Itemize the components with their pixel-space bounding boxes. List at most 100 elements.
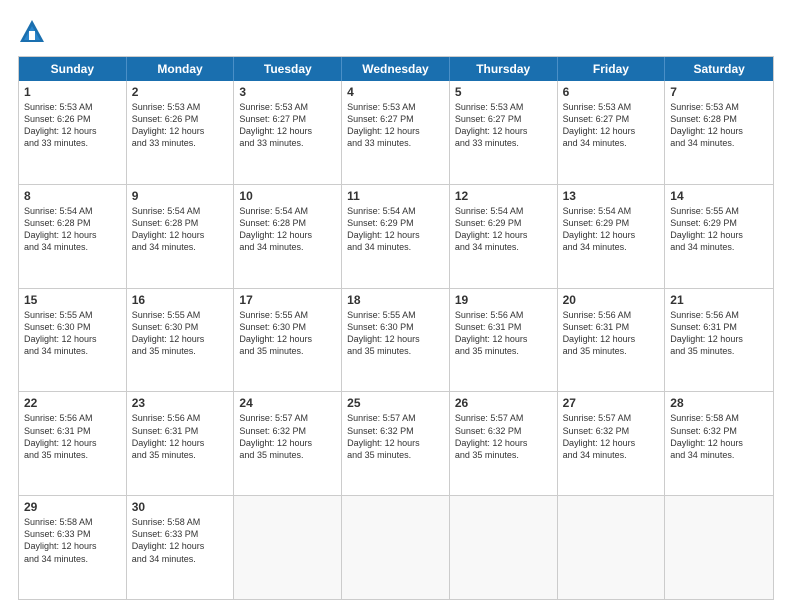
day-number: 16 [132,293,229,307]
calendar-cell [450,496,558,599]
day-info: Sunrise: 5:54 AM Sunset: 6:28 PM Dayligh… [132,206,205,252]
day-info: Sunrise: 5:58 AM Sunset: 6:33 PM Dayligh… [132,517,205,563]
day-number: 8 [24,189,121,203]
calendar-cell: 30 Sunrise: 5:58 AM Sunset: 6:33 PM Dayl… [127,496,235,599]
day-number: 1 [24,85,121,99]
calendar-header-cell: Thursday [450,57,558,81]
day-number: 21 [670,293,768,307]
calendar-cell: 13 Sunrise: 5:54 AM Sunset: 6:29 PM Dayl… [558,185,666,288]
day-number: 14 [670,189,768,203]
calendar-header-cell: Sunday [19,57,127,81]
calendar-cell: 15 Sunrise: 5:55 AM Sunset: 6:30 PM Dayl… [19,289,127,392]
day-number: 28 [670,396,768,410]
day-number: 18 [347,293,444,307]
day-info: Sunrise: 5:54 AM Sunset: 6:29 PM Dayligh… [455,206,528,252]
day-number: 24 [239,396,336,410]
day-info: Sunrise: 5:54 AM Sunset: 6:28 PM Dayligh… [239,206,312,252]
day-info: Sunrise: 5:57 AM Sunset: 6:32 PM Dayligh… [239,413,312,459]
day-info: Sunrise: 5:53 AM Sunset: 6:26 PM Dayligh… [24,102,97,148]
day-number: 4 [347,85,444,99]
calendar-cell: 16 Sunrise: 5:55 AM Sunset: 6:30 PM Dayl… [127,289,235,392]
day-info: Sunrise: 5:55 AM Sunset: 6:30 PM Dayligh… [24,310,97,356]
calendar-cell [558,496,666,599]
day-info: Sunrise: 5:55 AM Sunset: 6:30 PM Dayligh… [239,310,312,356]
day-info: Sunrise: 5:54 AM Sunset: 6:29 PM Dayligh… [347,206,420,252]
calendar-cell: 3 Sunrise: 5:53 AM Sunset: 6:27 PM Dayli… [234,81,342,184]
day-info: Sunrise: 5:55 AM Sunset: 6:30 PM Dayligh… [347,310,420,356]
day-info: Sunrise: 5:56 AM Sunset: 6:31 PM Dayligh… [670,310,743,356]
day-info: Sunrise: 5:53 AM Sunset: 6:28 PM Dayligh… [670,102,743,148]
calendar-cell: 19 Sunrise: 5:56 AM Sunset: 6:31 PM Dayl… [450,289,558,392]
calendar-cell: 29 Sunrise: 5:58 AM Sunset: 6:33 PM Dayl… [19,496,127,599]
day-number: 12 [455,189,552,203]
calendar-header-cell: Tuesday [234,57,342,81]
day-info: Sunrise: 5:54 AM Sunset: 6:28 PM Dayligh… [24,206,97,252]
calendar-cell: 4 Sunrise: 5:53 AM Sunset: 6:27 PM Dayli… [342,81,450,184]
calendar-cell: 1 Sunrise: 5:53 AM Sunset: 6:26 PM Dayli… [19,81,127,184]
calendar-cell: 6 Sunrise: 5:53 AM Sunset: 6:27 PM Dayli… [558,81,666,184]
day-number: 20 [563,293,660,307]
day-number: 13 [563,189,660,203]
day-info: Sunrise: 5:56 AM Sunset: 6:31 PM Dayligh… [455,310,528,356]
day-number: 7 [670,85,768,99]
calendar-cell: 2 Sunrise: 5:53 AM Sunset: 6:26 PM Dayli… [127,81,235,184]
calendar-cell: 10 Sunrise: 5:54 AM Sunset: 6:28 PM Dayl… [234,185,342,288]
day-info: Sunrise: 5:54 AM Sunset: 6:29 PM Dayligh… [563,206,636,252]
day-info: Sunrise: 5:56 AM Sunset: 6:31 PM Dayligh… [132,413,205,459]
calendar-cell: 17 Sunrise: 5:55 AM Sunset: 6:30 PM Dayl… [234,289,342,392]
calendar-cell: 27 Sunrise: 5:57 AM Sunset: 6:32 PM Dayl… [558,392,666,495]
day-number: 23 [132,396,229,410]
day-info: Sunrise: 5:57 AM Sunset: 6:32 PM Dayligh… [455,413,528,459]
calendar-cell: 7 Sunrise: 5:53 AM Sunset: 6:28 PM Dayli… [665,81,773,184]
calendar-cell [342,496,450,599]
day-number: 17 [239,293,336,307]
calendar-cell: 25 Sunrise: 5:57 AM Sunset: 6:32 PM Dayl… [342,392,450,495]
calendar-cell: 9 Sunrise: 5:54 AM Sunset: 6:28 PM Dayli… [127,185,235,288]
calendar-header-cell: Saturday [665,57,773,81]
day-info: Sunrise: 5:56 AM Sunset: 6:31 PM Dayligh… [563,310,636,356]
calendar-cell: 28 Sunrise: 5:58 AM Sunset: 6:32 PM Dayl… [665,392,773,495]
day-info: Sunrise: 5:57 AM Sunset: 6:32 PM Dayligh… [563,413,636,459]
day-number: 9 [132,189,229,203]
calendar-cell: 18 Sunrise: 5:55 AM Sunset: 6:30 PM Dayl… [342,289,450,392]
day-number: 5 [455,85,552,99]
day-number: 27 [563,396,660,410]
calendar-cell: 5 Sunrise: 5:53 AM Sunset: 6:27 PM Dayli… [450,81,558,184]
day-info: Sunrise: 5:55 AM Sunset: 6:29 PM Dayligh… [670,206,743,252]
logo [18,18,50,46]
calendar-header-cell: Wednesday [342,57,450,81]
day-number: 30 [132,500,229,514]
day-info: Sunrise: 5:53 AM Sunset: 6:27 PM Dayligh… [563,102,636,148]
day-info: Sunrise: 5:53 AM Sunset: 6:27 PM Dayligh… [347,102,420,148]
day-info: Sunrise: 5:53 AM Sunset: 6:26 PM Dayligh… [132,102,205,148]
day-info: Sunrise: 5:57 AM Sunset: 6:32 PM Dayligh… [347,413,420,459]
calendar-cell: 12 Sunrise: 5:54 AM Sunset: 6:29 PM Dayl… [450,185,558,288]
calendar-cell: 23 Sunrise: 5:56 AM Sunset: 6:31 PM Dayl… [127,392,235,495]
calendar-cell [665,496,773,599]
calendar-cell: 14 Sunrise: 5:55 AM Sunset: 6:29 PM Dayl… [665,185,773,288]
day-info: Sunrise: 5:56 AM Sunset: 6:31 PM Dayligh… [24,413,97,459]
calendar-week: 15 Sunrise: 5:55 AM Sunset: 6:30 PM Dayl… [19,288,773,392]
day-number: 19 [455,293,552,307]
calendar-week: 22 Sunrise: 5:56 AM Sunset: 6:31 PM Dayl… [19,391,773,495]
day-info: Sunrise: 5:58 AM Sunset: 6:33 PM Dayligh… [24,517,97,563]
calendar-cell: 8 Sunrise: 5:54 AM Sunset: 6:28 PM Dayli… [19,185,127,288]
calendar-page: SundayMondayTuesdayWednesdayThursdayFrid… [0,0,792,612]
calendar-cell: 24 Sunrise: 5:57 AM Sunset: 6:32 PM Dayl… [234,392,342,495]
day-number: 3 [239,85,336,99]
calendar-cell: 11 Sunrise: 5:54 AM Sunset: 6:29 PM Dayl… [342,185,450,288]
day-number: 26 [455,396,552,410]
day-number: 22 [24,396,121,410]
calendar-cell: 26 Sunrise: 5:57 AM Sunset: 6:32 PM Dayl… [450,392,558,495]
day-info: Sunrise: 5:53 AM Sunset: 6:27 PM Dayligh… [239,102,312,148]
logo-icon [18,18,46,46]
day-number: 2 [132,85,229,99]
calendar-cell: 20 Sunrise: 5:56 AM Sunset: 6:31 PM Dayl… [558,289,666,392]
day-number: 11 [347,189,444,203]
day-info: Sunrise: 5:53 AM Sunset: 6:27 PM Dayligh… [455,102,528,148]
calendar-week: 29 Sunrise: 5:58 AM Sunset: 6:33 PM Dayl… [19,495,773,599]
calendar-grid: SundayMondayTuesdayWednesdayThursdayFrid… [18,56,774,600]
calendar-week: 1 Sunrise: 5:53 AM Sunset: 6:26 PM Dayli… [19,81,773,184]
calendar-cell: 21 Sunrise: 5:56 AM Sunset: 6:31 PM Dayl… [665,289,773,392]
calendar-header-row: SundayMondayTuesdayWednesdayThursdayFrid… [19,57,773,81]
